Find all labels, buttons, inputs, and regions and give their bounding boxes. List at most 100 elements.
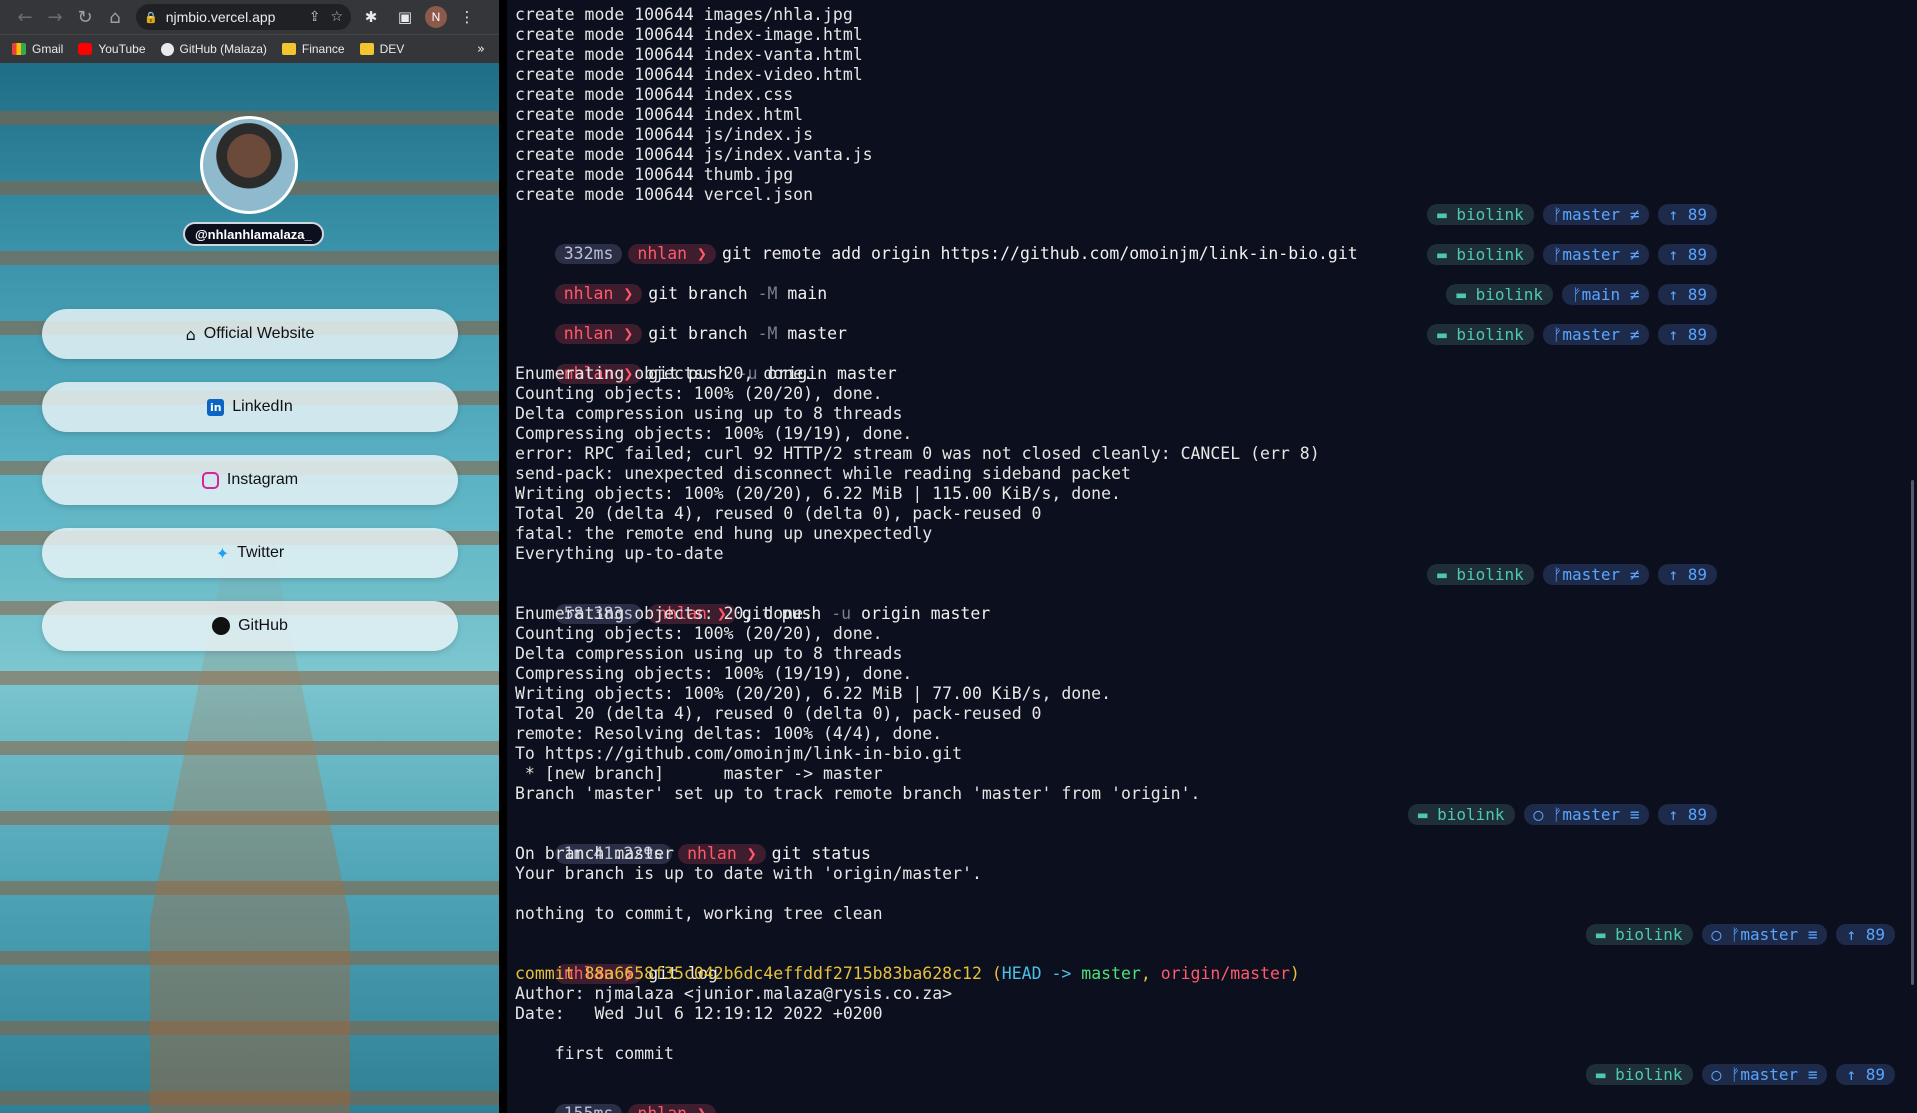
bookmark-label: Finance bbox=[301, 42, 345, 56]
bookmark-gmail[interactable]: Gmail bbox=[12, 42, 63, 56]
folder-segment: ▬ biolink bbox=[1427, 244, 1534, 265]
git-status-segment: ▬ biolink ◯ ᚠmaster ≡ ↑ 89 bbox=[1399, 804, 1717, 825]
terminal-line: Everything up-to-date bbox=[515, 544, 724, 563]
user-segment: nhlan ❯ bbox=[628, 1104, 716, 1113]
bookmark-github[interactable]: GitHub (Malaza) bbox=[160, 42, 267, 56]
commit-date: Date: Wed Jul 6 12:19:12 2022 +0200 bbox=[515, 1004, 883, 1023]
prompt-line: nhlan ❯ git log bbox=[515, 944, 718, 984]
twitter-button[interactable]: ✦ Twitter bbox=[42, 528, 458, 578]
bookmarks-bar: Gmail YouTube GitHub (Malaza) Finance DE… bbox=[0, 34, 499, 63]
command-text: git status bbox=[771, 844, 871, 863]
terminal-line: fatal: the remote end hung up unexpected… bbox=[515, 524, 933, 543]
head-ref: HEAD -> bbox=[1001, 964, 1082, 983]
instagram-icon bbox=[201, 471, 219, 489]
branch-ref: master bbox=[1081, 964, 1141, 983]
bookmark-finance[interactable]: Finance bbox=[281, 42, 345, 56]
bookmark-star-icon[interactable]: ☆ bbox=[330, 9, 343, 25]
terminal-line: send-pack: unexpected disconnect while r… bbox=[515, 464, 1131, 483]
folder-icon bbox=[281, 43, 296, 55]
reload-icon[interactable]: ↻ bbox=[70, 2, 100, 32]
prompt-line: 332ms nhlan ❯ git remote add origin https:… bbox=[515, 224, 1358, 264]
git-status-segment: ▬ biolink ◯ ᚠmaster ≡ ↑ 89 bbox=[1577, 924, 1895, 945]
bookmark-label: GitHub (Malaza) bbox=[179, 42, 267, 56]
share-icon[interactable]: ⇪ bbox=[309, 9, 321, 25]
prompt-line[interactable]: 155ms nhlan ❯ bbox=[515, 1084, 722, 1113]
user-segment: nhlan ❯ bbox=[678, 844, 766, 864]
github-button[interactable]: GitHub bbox=[42, 601, 458, 651]
bookmark-label: Gmail bbox=[32, 42, 64, 56]
duration-segment: 332ms bbox=[554, 244, 623, 264]
terminal-line: create mode 100644 vercel.json bbox=[515, 185, 814, 204]
address-url[interactable]: njmbio.vercel.app bbox=[166, 9, 299, 25]
forward-icon[interactable]: → bbox=[40, 2, 70, 32]
twitter-icon: ✦ bbox=[215, 543, 230, 563]
terminal-line: Counting objects: 100% (20/20), done. bbox=[515, 384, 883, 403]
address-bar[interactable]: 🔒 njmbio.vercel.app ⇪ ☆ bbox=[136, 4, 351, 30]
commit-hash: 88a6658f35c042b6dc4effddf2715b83ba628c12 bbox=[584, 964, 982, 983]
commit-label: commit bbox=[515, 964, 585, 983]
avatar bbox=[200, 116, 298, 214]
terminal-line: Total 20 (delta 4), reused 0 (delta 0), … bbox=[515, 504, 1042, 523]
linkedin-button[interactable]: in LinkedIn bbox=[42, 382, 458, 432]
command-text: git branch bbox=[648, 284, 758, 303]
ahead-count: ↑ 89 bbox=[1836, 1064, 1895, 1085]
menu-icon[interactable]: ⋮ bbox=[453, 3, 481, 31]
folder-segment: ▬ biolink bbox=[1407, 804, 1515, 825]
folder-icon bbox=[359, 43, 374, 55]
bookmark-dev[interactable]: DEV bbox=[359, 42, 404, 56]
origin-ref: origin/master bbox=[1160, 964, 1290, 983]
terminal-line: nothing to commit, working tree clean bbox=[515, 904, 883, 923]
link-label: Official Website bbox=[203, 325, 315, 342]
folder-segment: ▬ biolink bbox=[1585, 924, 1693, 945]
github-icon bbox=[160, 42, 174, 56]
prompt-line: nhlan ❯ git branch -M master bbox=[515, 304, 847, 344]
pane-divider[interactable] bbox=[499, 0, 507, 1113]
bookmark-label: YouTube bbox=[98, 42, 146, 56]
ref-separator: , bbox=[1140, 964, 1161, 983]
user-segment: nhlan ❯ bbox=[554, 324, 643, 344]
folder-segment: ▬ biolink bbox=[1427, 204, 1534, 225]
terminal-line: Compressing objects: 100% (19/19), done. bbox=[515, 664, 913, 683]
commit-line: commit 88a6658f35c042b6dc4effddf2715b83b… bbox=[515, 964, 1300, 984]
command-arg: master bbox=[777, 324, 847, 343]
commit-message: first commit bbox=[515, 1044, 674, 1063]
back-icon[interactable]: ← bbox=[10, 2, 40, 32]
official-website-button[interactable]: ⌂ Official Website bbox=[42, 309, 458, 359]
youtube-icon bbox=[78, 43, 93, 55]
profile-handle: @nhlanhlamalaza_ bbox=[183, 222, 324, 246]
folder-segment: ▬ biolink bbox=[1585, 1064, 1693, 1085]
terminal-line: Branch 'master' set up to track remote b… bbox=[515, 784, 1201, 803]
side-panel-icon[interactable]: ▣ bbox=[391, 3, 419, 31]
git-status-segment: ▬ biolink ᚠmaster ≠ ↑ 89 bbox=[1418, 204, 1717, 225]
home-icon[interactable]: ⌂ bbox=[100, 2, 130, 32]
command-arg: main bbox=[777, 284, 828, 303]
profile-avatar[interactable]: N bbox=[425, 6, 447, 28]
folder-segment: ▬ biolink bbox=[1427, 564, 1534, 585]
linkedin-icon: in bbox=[207, 398, 225, 416]
terminal[interactable]: create mode 100644 images/nhla.jpg creat… bbox=[507, 0, 1917, 1113]
command-flag: -u bbox=[831, 604, 852, 623]
terminal-scrollbar[interactable] bbox=[1911, 480, 1914, 985]
ahead-count: ↑ 89 bbox=[1658, 204, 1717, 225]
instagram-button[interactable]: Instagram bbox=[42, 455, 458, 505]
branch-segment: ᚠmaster ≠ bbox=[1542, 564, 1650, 585]
branch-segment: ᚠmaster ≠ bbox=[1542, 324, 1650, 345]
terminal-line: Compressing objects: 100% (19/19), done. bbox=[515, 424, 913, 443]
terminal-line: create mode 100644 js/index.vanta.js bbox=[515, 145, 873, 164]
command-arg: origin master bbox=[851, 604, 991, 623]
terminal-line: To https://github.com/omoinjm/link-in-bi… bbox=[515, 744, 963, 763]
command-flag: -M bbox=[757, 324, 778, 343]
terminal-line: create mode 100644 index-image.html bbox=[515, 25, 863, 44]
duration-segment: 155ms bbox=[554, 1104, 623, 1113]
bookmark-youtube[interactable]: YouTube bbox=[78, 42, 146, 56]
bookmarks-overflow-button[interactable]: » bbox=[477, 42, 485, 57]
lock-icon: 🔒 bbox=[144, 10, 158, 24]
ahead-count: ↑ 89 bbox=[1658, 244, 1717, 265]
terminal-line: Total 20 (delta 4), reused 0 (delta 0), … bbox=[515, 704, 1042, 723]
git-status-segment: ▬ biolink ᚠmaster ≠ ↑ 89 bbox=[1418, 564, 1717, 585]
paren-close: ) bbox=[1289, 964, 1300, 983]
browser-window: ← → ↻ ⌂ 🔒 njmbio.vercel.app ⇪ ☆ ✱ ▣ N ⋮ … bbox=[0, 0, 499, 1113]
extensions-icon[interactable]: ✱ bbox=[357, 3, 385, 31]
branch-segment: ᚠmain ≠ bbox=[1562, 284, 1650, 305]
browser-toolbar: ← → ↻ ⌂ 🔒 njmbio.vercel.app ⇪ ☆ ✱ ▣ N ⋮ bbox=[0, 0, 499, 34]
